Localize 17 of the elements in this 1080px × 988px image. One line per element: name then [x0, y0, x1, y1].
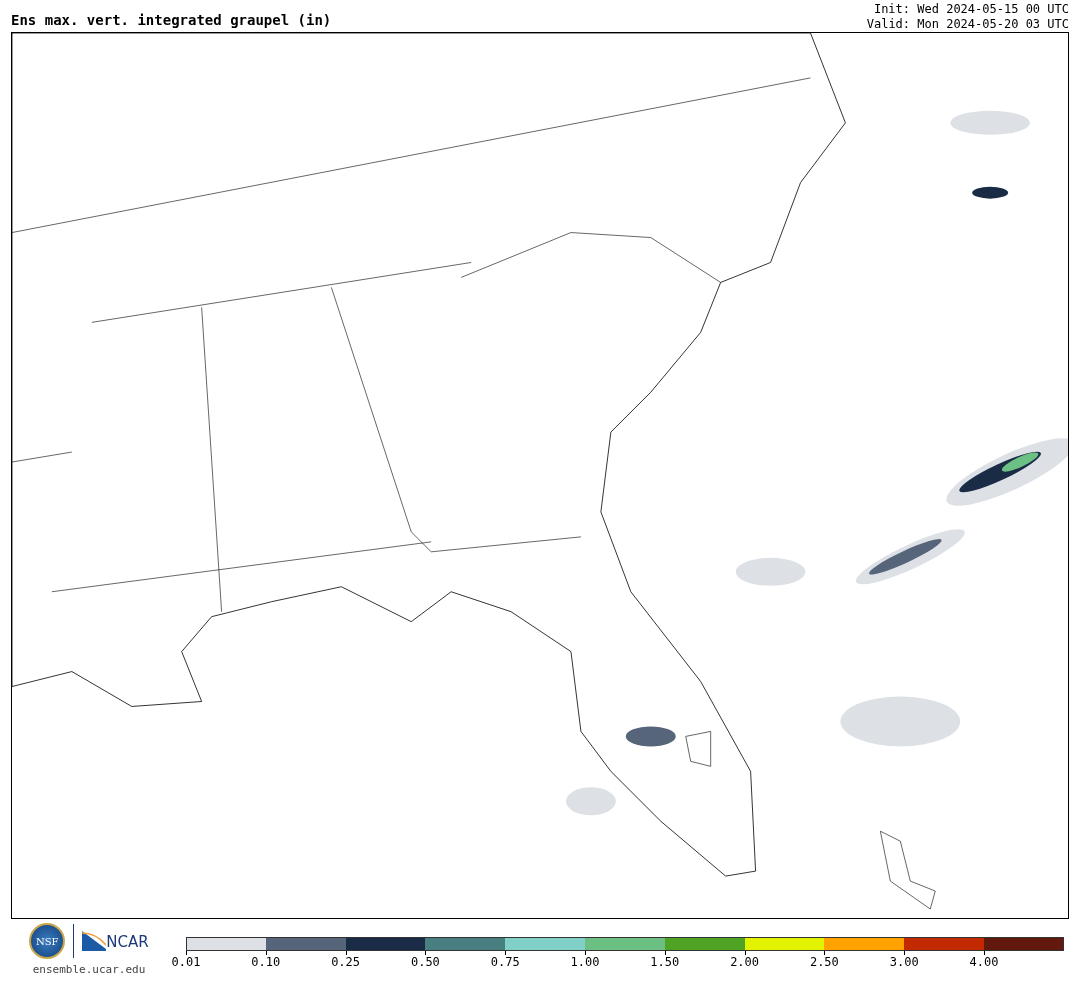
- colorbar-label: 0.01: [170, 955, 202, 969]
- colorbar-label: 1.00: [569, 955, 601, 969]
- nsf-logo: NSF: [29, 923, 66, 959]
- valid-time: Valid: Mon 2024-05-20 03 UTC: [866, 17, 1069, 32]
- colorbar-label: 2.00: [729, 955, 761, 969]
- colorbar-label: 3.00: [888, 955, 920, 969]
- colorbar-label: 0.50: [409, 955, 441, 969]
- colorbar-label: 4.00: [968, 955, 1000, 969]
- chart-title: Ens max. vert. integrated graupel (in): [11, 12, 332, 30]
- site-url: ensemble.ucar.edu: [32, 963, 146, 976]
- colorbar-label: 0.10: [250, 955, 282, 969]
- colorbar-label: 0.75: [489, 955, 521, 969]
- colorbar-label: 2.50: [808, 955, 840, 969]
- init-time: Init: Wed 2024-05-15 00 UTC: [872, 2, 1069, 17]
- ncar-logo: NCAR: [82, 931, 149, 951]
- colorbar-label: 0.25: [330, 955, 362, 969]
- colorbar-label: 1.50: [649, 955, 681, 969]
